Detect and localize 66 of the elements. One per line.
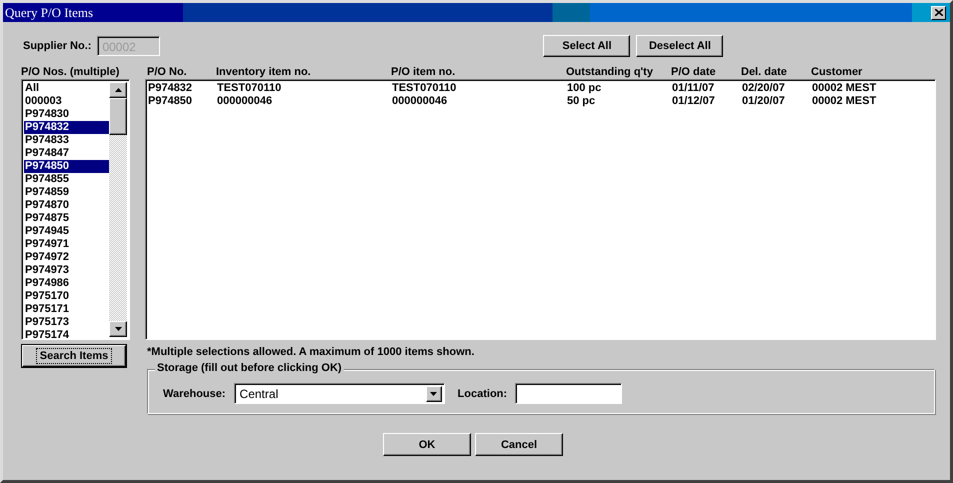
table-cell-text: 00002 MEST xyxy=(812,95,878,108)
table-cell-text: 00002 MEST xyxy=(812,82,878,95)
down-arrow-icon xyxy=(114,327,122,331)
list-item[interactable]: P975170 xyxy=(24,290,109,303)
column-header: P/O No. xyxy=(147,66,188,79)
po-listbox[interactable]: All 000003 P974830 P974832 P974833 P974847 P974850 P974855 P974859 P974870 P974875 P974945 P974971 P974972 P974973 P974986 P975170 P975171 P975173 P975174 xyxy=(21,79,130,340)
list-item[interactable]: 000003 xyxy=(24,95,109,108)
column-header: P/O item no. xyxy=(391,66,456,79)
table-cell-text: 01/20/07 xyxy=(742,95,786,108)
table-cell-text: 000000046 xyxy=(392,95,448,108)
group-title: Storage (fill out before clicking OK) xyxy=(155,362,344,374)
note-text: *Multiple selections allowed. A maximum of 1000 items shown. xyxy=(147,346,476,359)
down-arrow-icon xyxy=(430,392,438,396)
list-item[interactable]: P974870 xyxy=(24,199,109,212)
list-item[interactable]: P974973 xyxy=(24,264,109,277)
column-header: Del. date xyxy=(741,66,788,79)
scroll-down-button[interactable] xyxy=(109,321,127,337)
supplier-label: Supplier No.: xyxy=(23,40,92,52)
list-item[interactable]: P974847 xyxy=(24,147,109,160)
table-cell-text: P974832 xyxy=(148,82,194,95)
column-header: Outstanding q'ty xyxy=(566,66,654,79)
ok-button[interactable]: OK xyxy=(383,433,471,456)
list-item[interactable]: P974972 xyxy=(24,251,109,264)
table-cell-text: 50 pc xyxy=(567,95,596,108)
list-item[interactable]: All xyxy=(24,82,109,95)
list-item[interactable]: P974832 xyxy=(24,121,109,134)
table-cell-text: TEST070110 xyxy=(392,82,458,95)
close-button[interactable] xyxy=(931,6,946,20)
select-all-button[interactable]: Select All xyxy=(543,35,630,57)
column-header: Customer xyxy=(811,66,864,79)
list-item[interactable]: P975174 xyxy=(24,329,109,342)
list-item[interactable]: P974986 xyxy=(24,277,109,290)
warehouse-dropdown[interactable]: Central xyxy=(234,383,445,404)
table-cell-text: 01/11/07 xyxy=(672,82,716,95)
scroll-thumb[interactable] xyxy=(109,98,127,135)
list-item[interactable]: P974833 xyxy=(24,134,109,147)
cancel-button[interactable]: Cancel xyxy=(475,433,563,456)
table-cell-text: 02/20/07 xyxy=(742,82,786,95)
table-cell-text: 000000046 xyxy=(217,95,274,108)
list-item[interactable]: P974945 xyxy=(24,225,109,238)
column-header: P/O date xyxy=(671,66,717,79)
close-icon xyxy=(934,9,942,16)
list-item[interactable]: P974859 xyxy=(24,186,109,199)
list-item[interactable]: P974830 xyxy=(24,108,109,121)
location-field[interactable] xyxy=(515,383,622,404)
dropdown-button[interactable] xyxy=(426,386,442,402)
table-cell-text: 01/12/07 xyxy=(672,95,716,108)
table-cell-text: TEST070110 xyxy=(217,82,282,95)
up-arrow-icon xyxy=(114,88,122,92)
table-cell-text: 100 pc xyxy=(567,82,602,95)
deselect-all-button[interactable]: Deselect All xyxy=(636,35,724,57)
scroll-up-button[interactable] xyxy=(109,82,127,98)
table-cell-text: P974850 xyxy=(148,95,194,108)
search-items-button[interactable]: Search Items xyxy=(22,345,126,367)
column-header: Inventory item no. xyxy=(216,66,312,79)
window-title: Query P/O Items xyxy=(5,4,94,20)
list-item[interactable]: P975171 xyxy=(24,303,109,316)
list-item[interactable]: P975173 xyxy=(24,316,109,329)
list-label: P/O Nos. (multiple) xyxy=(21,66,120,79)
list-item[interactable]: P974850 xyxy=(24,160,109,173)
location-label: Location: xyxy=(458,388,508,400)
list-item[interactable]: P974855 xyxy=(24,173,109,186)
warehouse-label: Warehouse: xyxy=(163,388,226,400)
list-item[interactable]: P974971 xyxy=(24,238,109,251)
scrollbar[interactable] xyxy=(109,82,127,337)
list-item[interactable]: P974875 xyxy=(24,212,109,225)
